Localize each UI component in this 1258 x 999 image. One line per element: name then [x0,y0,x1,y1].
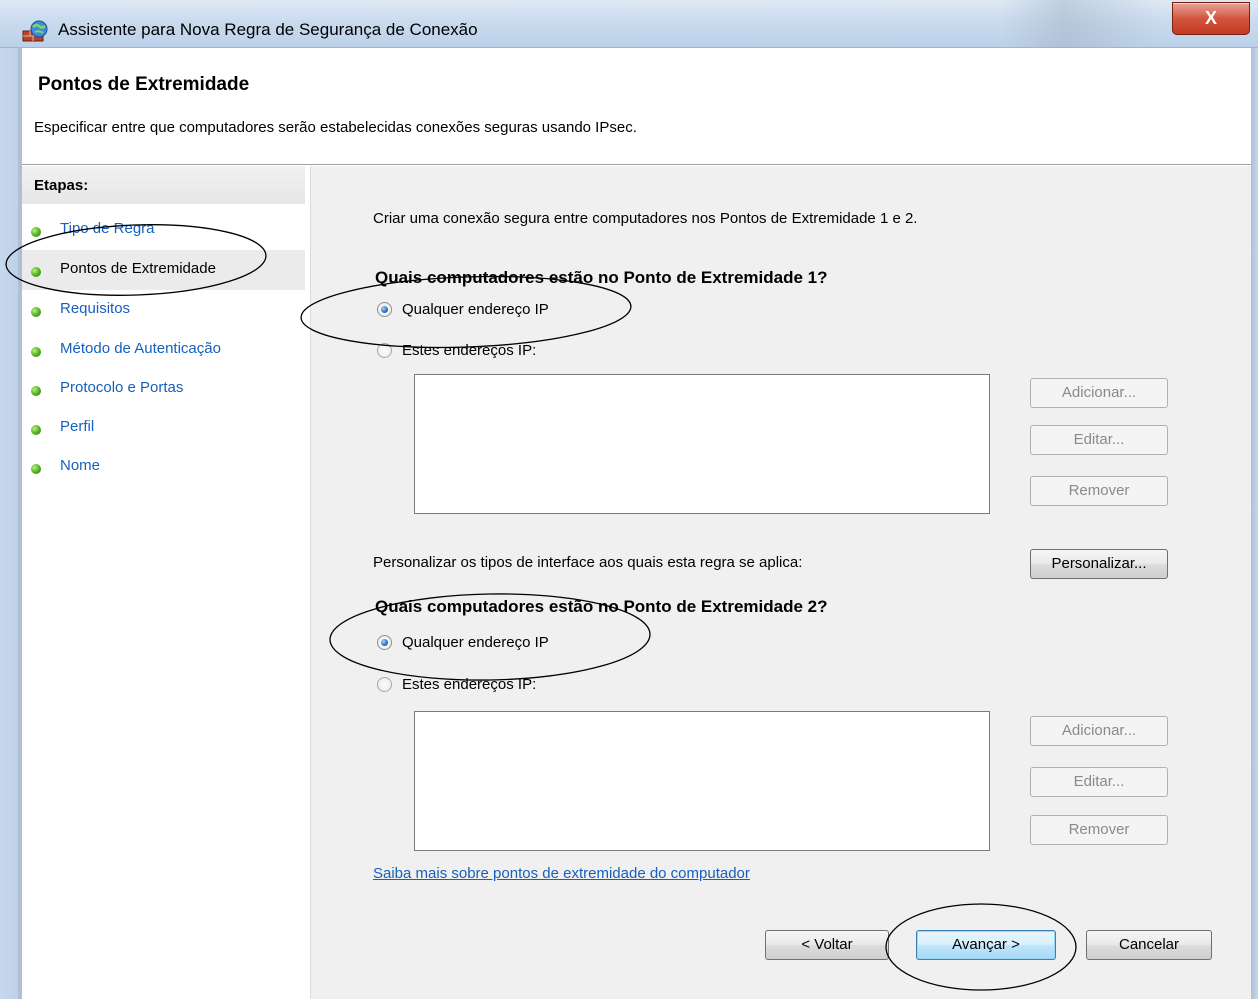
endpoint2-these-ips-radio[interactable]: Estes endereços IP: [377,676,536,693]
radio-unchecked-icon [377,677,392,692]
step-label: Método de Autenticação [60,340,221,357]
window-frame-right [1251,48,1258,999]
step-label: Requisitos [60,300,131,317]
endpoint1-edit-button[interactable]: Editar... [1030,425,1168,455]
step-metodo-de-autenticacao[interactable]: Método de Autenticação [22,330,305,370]
endpoint1-any-ip-radio[interactable]: Qualquer endereço IP [377,301,549,318]
step-label: Nome [60,457,101,474]
endpoint1-these-ips-radio[interactable]: Estes endereços IP: [377,342,536,359]
steps-heading: Etapas: [22,166,305,204]
endpoint2-add-button[interactable]: Adicionar... [1030,716,1168,746]
back-button[interactable]: < Voltar [765,930,889,960]
radio-label: Estes endereços IP: [402,342,537,359]
radio-unchecked-icon [377,343,392,358]
step-tipo-de-regra[interactable]: Tipo de Regra [22,210,305,250]
endpoint2-ip-list[interactable] [414,711,990,851]
step-nome[interactable]: Nome [22,447,305,487]
step-status-icon [31,227,41,237]
step-status-icon [31,425,41,435]
step-status-icon [31,347,41,357]
step-requisitos[interactable]: Requisitos [22,290,305,330]
endpoint2-any-ip-radio[interactable]: Qualquer endereço IP [377,634,549,651]
learn-more-link[interactable]: Saiba mais sobre pontos de extremidade d… [373,865,750,882]
cancel-button[interactable]: Cancelar [1086,930,1212,960]
endpoint2-question: Quais computadores estão no Ponto de Ext… [375,597,828,616]
step-status-icon [31,267,41,277]
endpoint1-add-button[interactable]: Adicionar... [1030,378,1168,408]
intro-text: Criar uma conexão segura entre computado… [373,210,918,227]
step-status-icon [31,386,41,396]
radio-label: Qualquer endereço IP [402,634,549,651]
wizard-content: Criar uma conexão segura entre computado… [310,166,1251,999]
title-bar: Assistente para Nova Regra de Segurança … [0,0,1258,48]
step-label: Pontos de Extremidade [60,260,216,277]
step-pontos-de-extremidade[interactable]: Pontos de Extremidade [22,250,305,290]
close-button[interactable]: X [1172,2,1250,35]
page-title: Pontos de Extremidade [38,74,250,95]
radio-checked-icon [377,635,392,650]
endpoint1-remove-button[interactable]: Remover [1030,476,1168,506]
title-bar-shade [1000,0,1160,48]
step-label: Tipo de Regra [60,220,155,237]
radio-label: Estes endereços IP: [402,676,537,693]
step-protocolo-e-portas[interactable]: Protocolo e Portas [22,369,305,409]
window-title: Assistente para Nova Regra de Segurança … [58,20,478,39]
step-label: Protocolo e Portas [60,379,184,396]
radio-label: Qualquer endereço IP [402,301,549,318]
steps-sidebar: Etapas: Tipo de Regra Pontos de Extremid… [22,166,305,999]
radio-checked-icon [377,302,392,317]
endpoint2-remove-button[interactable]: Remover [1030,815,1168,845]
endpoint1-question: Quais computadores estão no Ponto de Ext… [375,268,828,287]
step-perfil[interactable]: Perfil [22,408,305,448]
endpoint2-edit-button[interactable]: Editar... [1030,767,1168,797]
step-status-icon [31,464,41,474]
step-status-icon [31,307,41,317]
customize-button[interactable]: Personalizar... [1030,549,1168,579]
step-label: Perfil [60,418,95,435]
page-description: Especificar entre que computadores serão… [34,119,637,136]
endpoint1-ip-list[interactable] [414,374,990,514]
next-button[interactable]: Avançar > [916,930,1056,960]
firewall-rule-icon [22,20,48,42]
wizard-header: Pontos de Extremidade Especificar entre … [22,48,1251,165]
customize-text: Personalizar os tipos de interface aos q… [373,554,803,571]
